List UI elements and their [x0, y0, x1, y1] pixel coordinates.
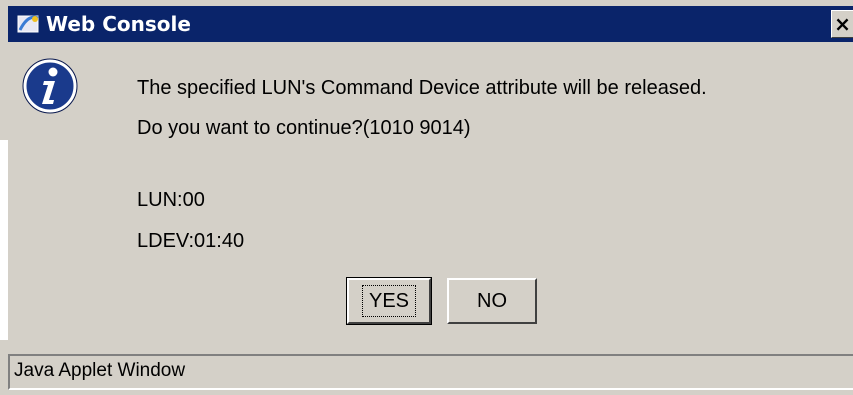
close-icon: × [834, 12, 851, 36]
java-applet-icon [17, 15, 39, 33]
no-button[interactable]: NO [447, 278, 537, 324]
ldev-label: LDEV:01:40 [137, 230, 245, 252]
close-button[interactable]: × [831, 10, 853, 38]
yes-button-label: YES [361, 285, 417, 317]
message-line-1: The specified LUN's Command Device attri… [137, 77, 707, 99]
no-button-label: NO [477, 289, 507, 312]
title-bar[interactable]: Web Console × [8, 6, 853, 42]
yes-button[interactable]: YES [346, 277, 432, 325]
window-title: Web Console [46, 12, 191, 36]
info-icon [22, 58, 78, 114]
background-edge [0, 140, 8, 340]
status-text: Java Applet Window [14, 360, 186, 381]
dialog-window: Web Console × The specified LUN's Comman… [0, 0, 853, 395]
message-line-2: Do you want to continue?(1010 9014) [137, 117, 471, 139]
status-bar: Java Applet Window [8, 354, 853, 390]
lun-label: LUN:00 [137, 189, 205, 211]
